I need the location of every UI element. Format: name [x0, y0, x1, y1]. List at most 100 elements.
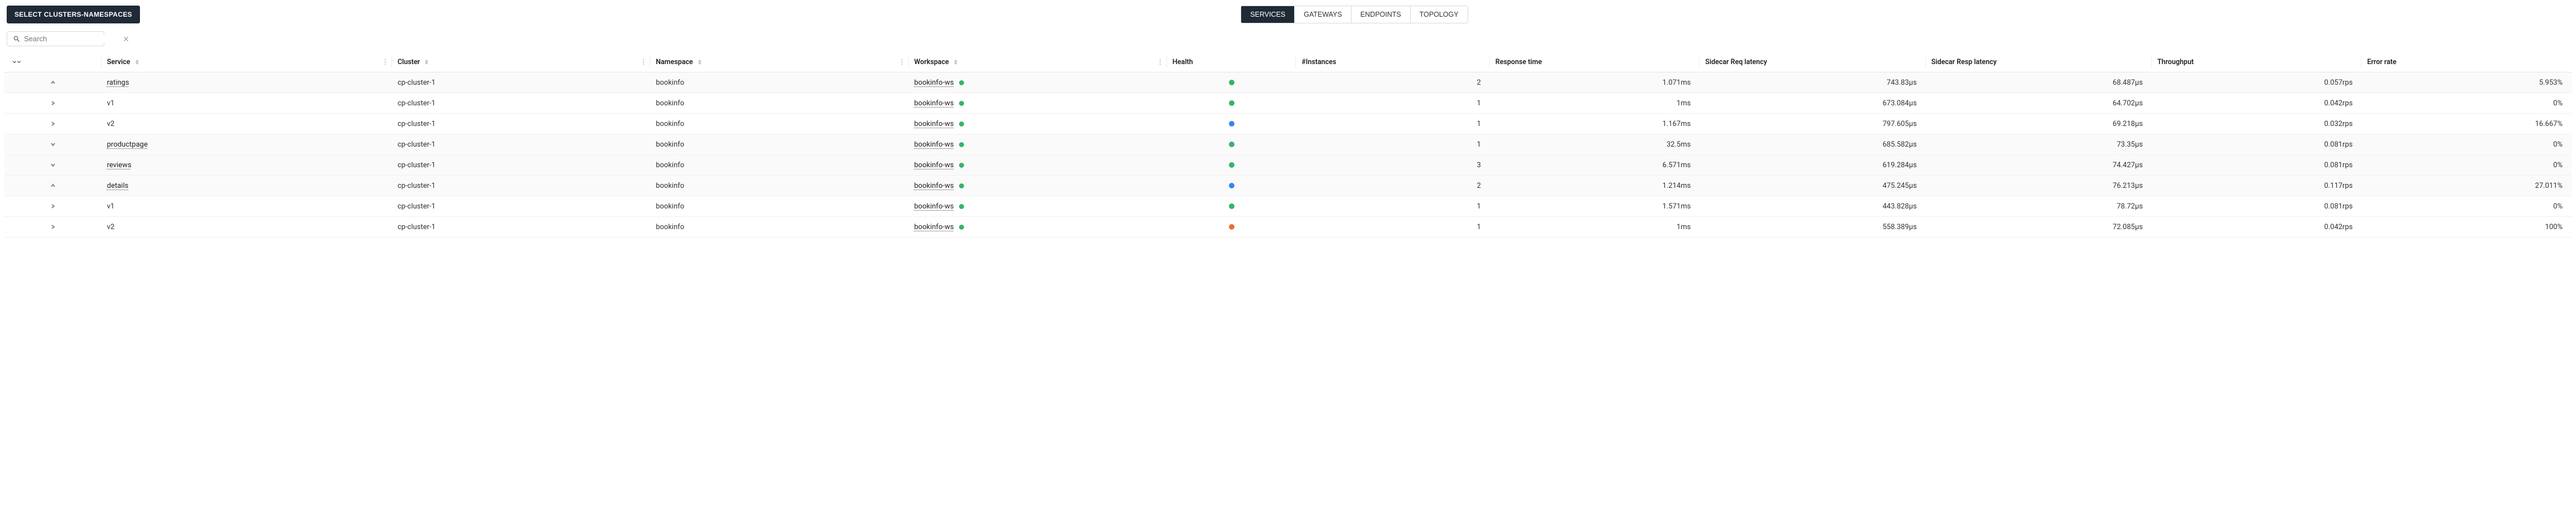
sort-icon [425, 60, 428, 65]
col-menu-icon[interactable]: ⋮ [640, 58, 647, 66]
col-instances[interactable]: #Instances [1296, 52, 1489, 72]
workspace-status-dot [959, 204, 964, 209]
col-error-rate-label: Error rate [2367, 58, 2396, 66]
search-box[interactable] [7, 31, 104, 46]
tab-endpoints[interactable]: ENDPOINTS [1352, 6, 1411, 23]
workspace-link[interactable]: bookinfo-ws [914, 120, 954, 128]
sidecar-resp-value: 74.427µs [2113, 161, 2143, 169]
error-rate-value: 0% [2553, 99, 2563, 108]
services-table: Service ⋮ Cluster ⋮ Namespace ⋮ Workspac… [4, 52, 2572, 237]
sidecar-resp-value: 73.35µs [2117, 140, 2143, 149]
col-sidecar-resp[interactable]: Sidecar Resp latency [1926, 52, 2152, 72]
service-link[interactable]: productpage [107, 140, 148, 149]
col-menu-icon[interactable]: ⋮ [1157, 58, 1164, 66]
namespace-label: bookinfo [656, 79, 684, 87]
throughput-value: 0.117rps [2324, 182, 2352, 190]
expand-toggle[interactable] [47, 159, 59, 171]
sidecar-req-value: 797.605µs [1882, 120, 1916, 128]
workspace-link[interactable]: bookinfo-ws [914, 202, 954, 211]
workspace-link[interactable]: bookinfo-ws [914, 99, 954, 108]
workspace-link[interactable]: bookinfo-ws [914, 223, 954, 231]
col-sidecar-req-label: Sidecar Req latency [1705, 58, 1767, 66]
error-rate-value: 0% [2553, 161, 2563, 169]
tab-gateways[interactable]: GATEWAYS [1295, 6, 1352, 23]
namespace-label: bookinfo [656, 99, 684, 108]
col-error-rate[interactable]: Error rate [2361, 52, 2572, 72]
expand-all-toggle[interactable] [10, 56, 23, 67]
namespace-label: bookinfo [656, 120, 684, 128]
service-link[interactable]: details [107, 182, 129, 190]
sort-icon [135, 60, 139, 65]
namespace-label: bookinfo [656, 223, 684, 231]
response-time-value: 1.571ms [1663, 202, 1691, 211]
workspace-link[interactable]: bookinfo-ws [914, 79, 954, 87]
clear-icon[interactable] [122, 35, 130, 43]
table-row: v2cp-cluster-1bookinfobookinfo-ws 11ms55… [4, 217, 2572, 237]
workspace-status-dot [959, 142, 964, 147]
sidecar-resp-value: 68.487µs [2113, 79, 2143, 87]
cluster-label: cp-cluster-1 [398, 140, 435, 149]
throughput-value: 0.081rps [2324, 202, 2352, 211]
col-workspace[interactable]: Workspace ⋮ [909, 52, 1167, 72]
sidecar-req-value: 673.084µs [1882, 99, 1916, 108]
workspace-link[interactable]: bookinfo-ws [914, 161, 954, 169]
response-time-value: 1.214ms [1663, 182, 1691, 190]
expand-toggle[interactable] [47, 139, 59, 150]
col-sidecar-req[interactable]: Sidecar Req latency [1699, 52, 1925, 72]
col-health[interactable]: Health [1167, 52, 1296, 72]
service-version-label: v1 [107, 99, 115, 108]
cluster-label: cp-cluster-1 [398, 120, 435, 128]
response-time-value: 6.571ms [1663, 161, 1691, 169]
health-dot [1229, 162, 1234, 168]
instances-value: 3 [1477, 161, 1481, 169]
service-version-label: v2 [107, 223, 115, 231]
col-response-time[interactable]: Response time [1490, 52, 1699, 72]
search-icon [13, 35, 21, 43]
col-service-label: Service [107, 58, 130, 66]
sort-icon [954, 60, 957, 65]
health-dot [1229, 80, 1234, 85]
sidecar-resp-value: 72.085µs [2113, 223, 2143, 231]
view-tabs: SERVICES GATEWAYS ENDPOINTS TOPOLOGY [1241, 6, 1468, 23]
col-menu-icon[interactable]: ⋮ [899, 58, 906, 66]
health-dot [1229, 142, 1234, 147]
expand-toggle[interactable] [47, 98, 59, 109]
sidecar-resp-value: 64.702µs [2113, 99, 2143, 108]
response-time-value: 32.5ms [1667, 140, 1691, 149]
col-service[interactable]: Service ⋮ [101, 52, 392, 72]
col-namespace[interactable]: Namespace ⋮ [650, 52, 908, 72]
col-throughput[interactable]: Throughput [2152, 52, 2361, 72]
expand-toggle[interactable] [47, 77, 59, 88]
service-link[interactable]: reviews [107, 161, 132, 169]
col-instances-label: #Instances [1301, 58, 1336, 66]
namespace-label: bookinfo [656, 140, 684, 149]
error-rate-value: 100% [2545, 223, 2563, 231]
workspace-status-dot [959, 163, 964, 168]
response-time-value: 1.167ms [1663, 120, 1691, 128]
namespace-label: bookinfo [656, 182, 684, 190]
expand-toggle[interactable] [47, 180, 59, 191]
col-cluster[interactable]: Cluster ⋮ [392, 52, 650, 72]
col-response-time-label: Response time [1495, 58, 1542, 66]
col-namespace-label: Namespace [656, 58, 693, 66]
expand-toggle[interactable] [47, 201, 59, 212]
workspace-link[interactable]: bookinfo-ws [914, 182, 954, 190]
expand-toggle[interactable] [47, 118, 59, 129]
expand-toggle[interactable] [47, 221, 59, 232]
workspace-status-dot [959, 101, 964, 106]
throughput-value: 0.057rps [2324, 79, 2352, 87]
sidecar-req-value: 743.83µs [1887, 79, 1917, 87]
tab-services[interactable]: SERVICES [1241, 6, 1295, 23]
service-link[interactable]: ratings [107, 79, 129, 87]
response-time-value: 1ms [1677, 223, 1691, 231]
health-dot [1229, 100, 1234, 106]
search-input[interactable] [24, 35, 122, 43]
col-throughput-label: Throughput [2157, 58, 2194, 66]
col-cluster-label: Cluster [398, 58, 420, 66]
tab-topology[interactable]: TOPOLOGY [1411, 6, 1468, 23]
workspace-link[interactable]: bookinfo-ws [914, 140, 954, 149]
col-menu-icon[interactable]: ⋮ [382, 58, 389, 66]
instances-value: 1 [1477, 99, 1481, 108]
response-time-value: 1ms [1677, 99, 1691, 108]
select-clusters-namespaces-button[interactable]: SELECT CLUSTERS-NAMESPACES [7, 6, 140, 23]
